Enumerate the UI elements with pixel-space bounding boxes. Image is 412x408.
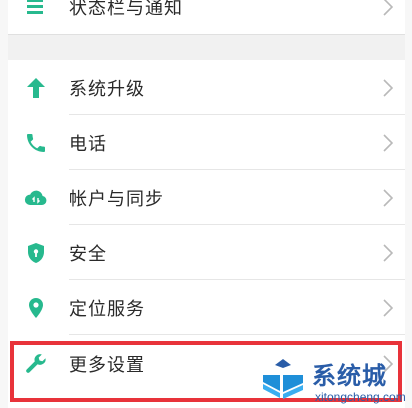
row-more-settings[interactable]: 更多设置 [8,335,405,393]
row-location-services[interactable]: 定位服务 [8,280,405,335]
row-label: 定位服务 [69,298,145,320]
row-account-sync[interactable]: 帐户与同步 [8,170,405,225]
chevron-right-icon [383,355,394,373]
row-label: 帐户与同步 [69,188,164,210]
notification-icon [24,0,48,19]
phone-icon [24,131,48,155]
row-label: 安全 [69,243,107,265]
settings-screen: 状态栏与通知 系统升级 电话 帐户与同步 安全 定位服务 更多设置 系统城 xi… [0,0,412,408]
row-security[interactable]: 安全 [8,225,405,280]
group-separator [8,34,405,35]
chevron-right-icon [383,243,394,262]
wrench-icon [24,352,48,376]
settings-group-top: 状态栏与通知 [8,0,405,34]
row-status-bar-notifications[interactable]: 状态栏与通知 [8,0,405,34]
chevron-right-icon [383,0,394,16]
location-pin-icon [24,296,48,320]
settings-list: 系统升级 电话 帐户与同步 安全 定位服务 更多设置 [8,60,405,408]
chevron-right-icon [383,133,394,152]
arrow-up-icon [24,76,48,100]
row-system-update[interactable]: 系统升级 [8,60,405,115]
row-label: 状态栏与通知 [69,0,183,19]
right-edge [405,0,412,408]
row-label: 更多设置 [69,355,145,376]
row-phone[interactable]: 电话 [8,115,405,170]
row-label: 系统升级 [69,78,145,100]
chevron-right-icon [383,78,394,97]
shield-icon [24,241,48,265]
cloud-sync-icon [24,186,48,210]
row-label: 电话 [69,133,107,155]
chevron-right-icon [383,298,394,317]
chevron-right-icon [383,188,394,207]
left-edge [0,0,8,408]
